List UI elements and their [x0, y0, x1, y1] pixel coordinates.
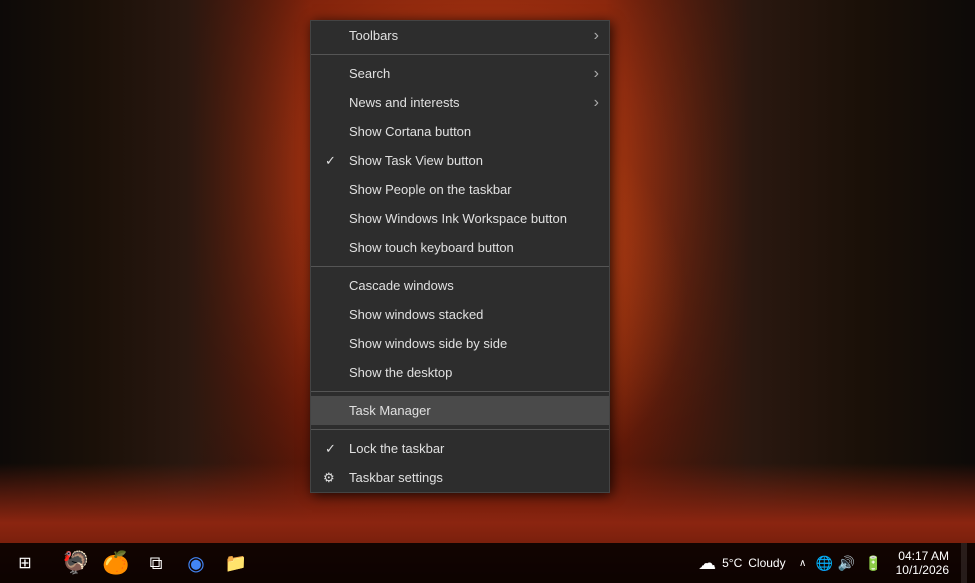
orange-icon: 🍊 [102, 550, 129, 576]
taskbar-right-area: ☁ 5°C Cloudy ∧ 🌐 🔊 🔋 04:17 AM [698, 543, 975, 583]
taskbar-pinned-apps: 🦃 🍊 ⧉ ◉ 📁 [50, 545, 262, 581]
taskbar-settings-label: Taskbar settings [349, 470, 443, 485]
menu-item-show-touch[interactable]: Show touch keyboard button [311, 233, 609, 262]
show-desktop-button[interactable] [961, 543, 967, 583]
task-manager-label: Task Manager [349, 403, 431, 418]
explorer-icon: 📁 [225, 553, 247, 574]
person-icon: 🦃 [62, 550, 89, 576]
menu-item-show-desktop[interactable]: Show the desktop [311, 358, 609, 387]
lock-taskbar-label: Lock the taskbar [349, 441, 444, 456]
network-icon: 🌐 [816, 555, 833, 572]
clock-time: 04:17 AM [896, 549, 949, 563]
menu-item-show-cortana[interactable]: Show Cortana button [311, 117, 609, 146]
menu-item-show-ink[interactable]: Show Windows Ink Workspace button [311, 204, 609, 233]
show-people-label: Show People on the taskbar [349, 182, 512, 197]
show-touch-label: Show touch keyboard button [349, 240, 514, 255]
menu-item-task-manager[interactable]: Task Manager [311, 396, 609, 425]
gear-icon: ⚙ [323, 470, 335, 486]
menu-item-taskbar-settings[interactable]: ⚙ Taskbar settings [311, 463, 609, 492]
weather-cloud-icon: ☁ [698, 553, 716, 574]
menu-item-toolbars[interactable]: Toolbars [311, 21, 609, 50]
system-tray: ∧ 🌐 🔊 🔋 [794, 554, 888, 572]
cascade-label: Cascade windows [349, 278, 454, 293]
taskbar-app-chrome[interactable]: ◉ [178, 545, 214, 581]
toolbars-label: Toolbars [349, 28, 398, 43]
battery-icon: 🔋 [865, 555, 882, 572]
taskbar-app-explorer[interactable]: 📁 [218, 545, 254, 581]
tray-network-icon[interactable]: 🌐 [816, 554, 834, 572]
show-task-view-label: Show Task View button [349, 153, 483, 168]
menu-item-news-interests[interactable]: News and interests [311, 88, 609, 117]
show-stacked-label: Show windows stacked [349, 307, 483, 322]
windows-icon: ⊞ [18, 553, 31, 573]
taskbar-app-orange[interactable]: 🍊 [98, 545, 134, 581]
show-cortana-label: Show Cortana button [349, 124, 471, 139]
news-interests-label: News and interests [349, 95, 460, 110]
task-view-icon: ⧉ [150, 553, 163, 574]
context-menu: Toolbars Search News and interests Show … [310, 20, 610, 493]
tray-overflow-icon[interactable]: ∧ [794, 554, 812, 572]
show-desktop-label: Show the desktop [349, 365, 452, 380]
up-arrow-icon: ∧ [799, 558, 806, 569]
chrome-icon: ◉ [187, 551, 204, 576]
menu-item-show-task-view[interactable]: Show Task View button [311, 146, 609, 175]
start-button[interactable]: ⊞ [0, 543, 50, 583]
weather-widget[interactable]: ☁ 5°C Cloudy [698, 553, 786, 574]
clock[interactable]: 04:17 AM 10/1/2026 [896, 549, 949, 577]
menu-item-show-stacked[interactable]: Show windows stacked [311, 300, 609, 329]
desktop: Toolbars Search News and interests Show … [0, 0, 975, 583]
weather-temp: 5°C [722, 556, 742, 570]
tray-battery-icon[interactable]: 🔋 [860, 554, 888, 572]
menu-separator-4 [311, 429, 609, 430]
taskbar-app-person[interactable]: 🦃 [58, 545, 94, 581]
speaker-icon: 🔊 [838, 555, 855, 572]
menu-item-show-side-by-side[interactable]: Show windows side by side [311, 329, 609, 358]
menu-item-show-people[interactable]: Show People on the taskbar [311, 175, 609, 204]
menu-item-cascade[interactable]: Cascade windows [311, 271, 609, 300]
show-ink-label: Show Windows Ink Workspace button [349, 211, 567, 226]
menu-separator-2 [311, 266, 609, 267]
menu-item-lock-taskbar[interactable]: Lock the taskbar [311, 434, 609, 463]
weather-condition: Cloudy [748, 556, 785, 570]
menu-separator-3 [311, 391, 609, 392]
taskbar: ⊞ 🦃 🍊 ⧉ ◉ 📁 ☁ 5°C Cloudy [0, 543, 975, 583]
search-label: Search [349, 66, 390, 81]
tray-speaker-icon[interactable]: 🔊 [838, 554, 856, 572]
menu-item-search[interactable]: Search [311, 59, 609, 88]
taskbar-task-view[interactable]: ⧉ [138, 545, 174, 581]
show-side-by-side-label: Show windows side by side [349, 336, 507, 351]
clock-date: 10/1/2026 [896, 563, 949, 577]
menu-separator-1 [311, 54, 609, 55]
